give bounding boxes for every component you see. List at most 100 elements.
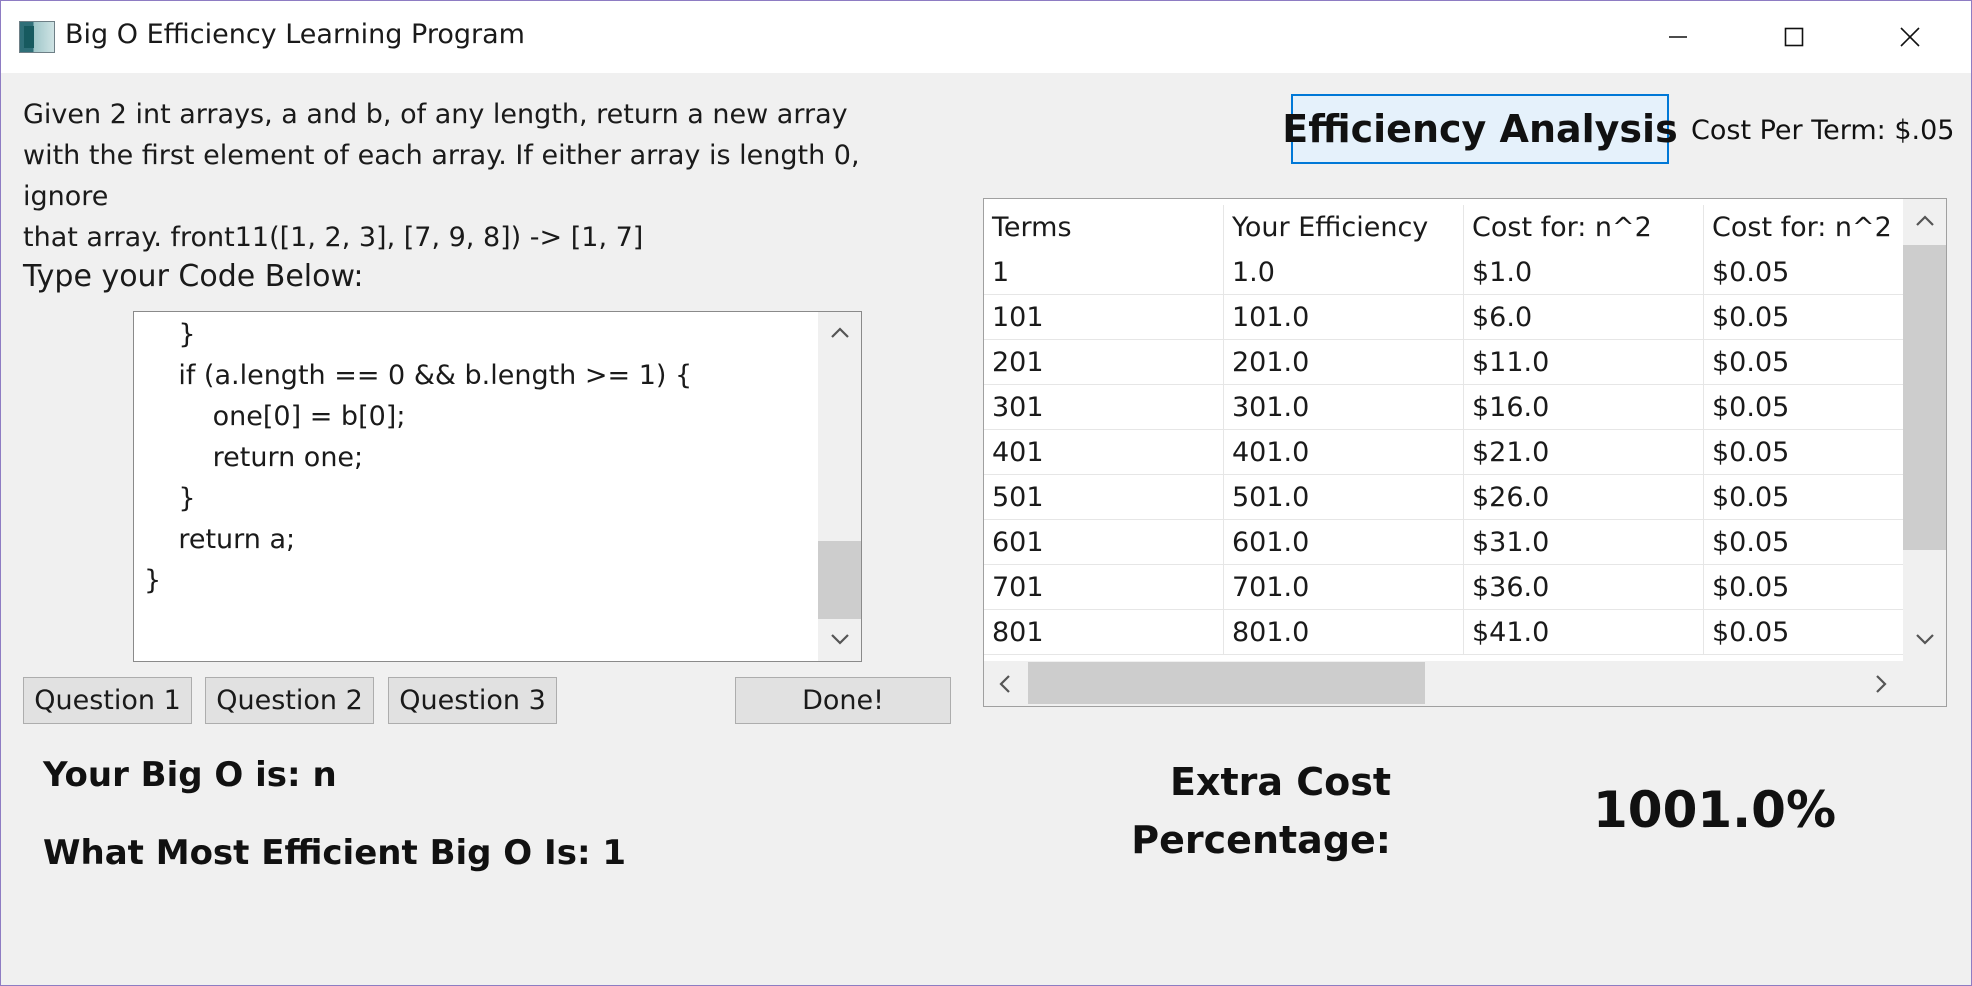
window-title: Big O Efficiency Learning Program bbox=[65, 19, 525, 50]
code-scroll-down-button[interactable] bbox=[818, 619, 861, 659]
your-big-o-label: Your Big O is: n bbox=[43, 755, 337, 795]
extra-cost-percentage-label: Extra Cost Percentage: bbox=[1091, 753, 1391, 869]
cell-cost-n2-second: $0.05 bbox=[1704, 610, 1904, 655]
table-vertical-scroll-thumb[interactable] bbox=[1903, 245, 1946, 550]
table-row[interactable]: 101 101.0 $6.0 $0.05 bbox=[984, 295, 1904, 340]
code-line: } bbox=[144, 319, 196, 350]
cell-cost-n2: $1.0 bbox=[1464, 250, 1704, 295]
code-line: return one; bbox=[144, 442, 364, 473]
cell-terms: 201 bbox=[984, 340, 1224, 385]
code-scroll-thumb[interactable] bbox=[818, 541, 861, 619]
table-scroll-down-button[interactable] bbox=[1903, 619, 1946, 659]
table-row[interactable]: 301 301.0 $16.0 $0.05 bbox=[984, 385, 1904, 430]
table-scroll-right-button[interactable] bbox=[1861, 662, 1901, 705]
code-line: return a; bbox=[144, 524, 296, 555]
table-scroll-left-button[interactable] bbox=[985, 662, 1025, 705]
cell-cost-n2: $26.0 bbox=[1464, 475, 1704, 520]
close-button[interactable] bbox=[1853, 1, 1967, 73]
efficiency-table[interactable]: Terms Your Efficiency Cost for: n^2 Cost… bbox=[983, 198, 1947, 707]
code-line: one[0] = b[0]; bbox=[144, 401, 406, 432]
table-row[interactable]: 1 1.0 $1.0 $0.05 bbox=[984, 250, 1904, 295]
minimize-icon bbox=[1669, 36, 1687, 38]
cell-your-efficiency: 501.0 bbox=[1224, 475, 1464, 520]
most-efficient-big-o-label: What Most Efficient Big O Is: 1 bbox=[43, 833, 627, 873]
cell-cost-n2: $41.0 bbox=[1464, 610, 1704, 655]
column-header-terms[interactable]: Terms bbox=[984, 205, 1224, 250]
cell-your-efficiency: 101.0 bbox=[1224, 295, 1464, 340]
code-scroll-up-button[interactable] bbox=[818, 313, 861, 353]
table-scroll-up-button[interactable] bbox=[1903, 201, 1946, 241]
column-header-cost-n2-second[interactable]: Cost for: n^2 bbox=[1704, 205, 1904, 250]
table-horizontal-scroll-thumb[interactable] bbox=[1028, 662, 1425, 704]
title-bar[interactable]: Big O Efficiency Learning Program bbox=[1, 1, 1971, 73]
problem-line: with the first element of each array. If… bbox=[23, 140, 860, 212]
cell-cost-n2: $16.0 bbox=[1464, 385, 1704, 430]
chevron-down-icon bbox=[1915, 634, 1934, 645]
maximize-button[interactable] bbox=[1737, 1, 1851, 73]
cell-your-efficiency: 801.0 bbox=[1224, 610, 1464, 655]
question-2-button[interactable]: Question 2 bbox=[205, 677, 374, 724]
cell-terms: 1 bbox=[984, 250, 1224, 295]
cell-cost-n2-second: $0.05 bbox=[1704, 520, 1904, 565]
cell-cost-n2-second: $0.05 bbox=[1704, 430, 1904, 475]
table-row[interactable]: 401 401.0 $21.0 $0.05 bbox=[984, 430, 1904, 475]
question-3-button[interactable]: Question 3 bbox=[388, 677, 557, 724]
chevron-right-icon bbox=[1876, 674, 1887, 693]
app-window: Big O Efficiency Learning Program Given … bbox=[0, 0, 1972, 986]
problem-statement: Given 2 int arrays, a and b, of any leng… bbox=[23, 94, 953, 258]
cell-cost-n2: $31.0 bbox=[1464, 520, 1704, 565]
cell-cost-n2-second: $0.05 bbox=[1704, 385, 1904, 430]
cell-cost-n2-second: $0.05 bbox=[1704, 475, 1904, 520]
cell-terms: 501 bbox=[984, 475, 1224, 520]
table-row[interactable]: 801 801.0 $41.0 $0.05 bbox=[984, 610, 1904, 655]
cell-your-efficiency: 701.0 bbox=[1224, 565, 1464, 610]
chevron-down-icon bbox=[830, 634, 849, 645]
cell-your-efficiency: 1.0 bbox=[1224, 250, 1464, 295]
cell-cost-n2-second: $0.05 bbox=[1704, 565, 1904, 610]
cell-your-efficiency: 301.0 bbox=[1224, 385, 1464, 430]
cell-cost-n2: $21.0 bbox=[1464, 430, 1704, 475]
table-row[interactable]: 201 201.0 $11.0 $0.05 bbox=[984, 340, 1904, 385]
table-header-row: Terms Your Efficiency Cost for: n^2 Cost… bbox=[984, 205, 1904, 250]
problem-line: Given 2 int arrays, a and b, of any leng… bbox=[23, 99, 848, 130]
maximize-icon bbox=[1784, 27, 1804, 47]
extra-cost-label-line: Percentage: bbox=[1131, 818, 1391, 862]
chevron-left-icon bbox=[999, 674, 1010, 693]
table-row[interactable]: 501 501.0 $26.0 $0.05 bbox=[984, 475, 1904, 520]
cell-cost-n2-second: $0.05 bbox=[1704, 340, 1904, 385]
cell-terms: 801 bbox=[984, 610, 1224, 655]
question-1-button[interactable]: Question 1 bbox=[23, 677, 192, 724]
problem-line: that array. front11([1, 2, 3], [7, 9, 8]… bbox=[23, 222, 644, 253]
cell-cost-n2-second: $0.05 bbox=[1704, 295, 1904, 340]
table-row[interactable]: 601 601.0 $31.0 $0.05 bbox=[984, 520, 1904, 565]
code-editor[interactable]: } if (a.length == 0 && b.length >= 1) { … bbox=[133, 311, 862, 662]
cell-your-efficiency: 201.0 bbox=[1224, 340, 1464, 385]
scrollbar-corner bbox=[1903, 661, 1946, 706]
cell-terms: 301 bbox=[984, 385, 1224, 430]
extra-cost-label-line: Extra Cost bbox=[1169, 760, 1391, 804]
close-icon bbox=[1900, 27, 1920, 47]
code-label: Type your Code Below: bbox=[23, 259, 364, 294]
cell-terms: 101 bbox=[984, 295, 1224, 340]
table-row[interactable]: 701 701.0 $36.0 $0.05 bbox=[984, 565, 1904, 610]
cost-per-term-label: Cost Per Term: $.05 bbox=[1691, 115, 1955, 146]
extra-cost-percentage-value: 1001.0% bbox=[1593, 781, 1837, 839]
code-text[interactable]: } if (a.length == 0 && b.length >= 1) { … bbox=[144, 314, 861, 601]
cell-your-efficiency: 401.0 bbox=[1224, 430, 1464, 475]
cell-cost-n2-second: $0.05 bbox=[1704, 250, 1904, 295]
cell-terms: 601 bbox=[984, 520, 1224, 565]
column-header-cost-n2[interactable]: Cost for: n^2 bbox=[1464, 205, 1704, 250]
cell-cost-n2: $36.0 bbox=[1464, 565, 1704, 610]
efficiency-analysis-button[interactable]: Efficiency Analysis bbox=[1282, 94, 1678, 164]
app-icon bbox=[19, 21, 55, 53]
code-line: if (a.length == 0 && b.length >= 1) { bbox=[144, 360, 693, 391]
cell-your-efficiency: 601.0 bbox=[1224, 520, 1464, 565]
cell-terms: 401 bbox=[984, 430, 1224, 475]
column-header-your-efficiency[interactable]: Your Efficiency bbox=[1224, 205, 1464, 250]
minimize-button[interactable] bbox=[1621, 1, 1735, 73]
chevron-up-icon bbox=[830, 327, 849, 338]
table-body: Terms Your Efficiency Cost for: n^2 Cost… bbox=[984, 199, 1904, 659]
cell-cost-n2: $6.0 bbox=[1464, 295, 1704, 340]
cell-terms: 701 bbox=[984, 565, 1224, 610]
done-button[interactable]: Done! bbox=[735, 677, 951, 724]
